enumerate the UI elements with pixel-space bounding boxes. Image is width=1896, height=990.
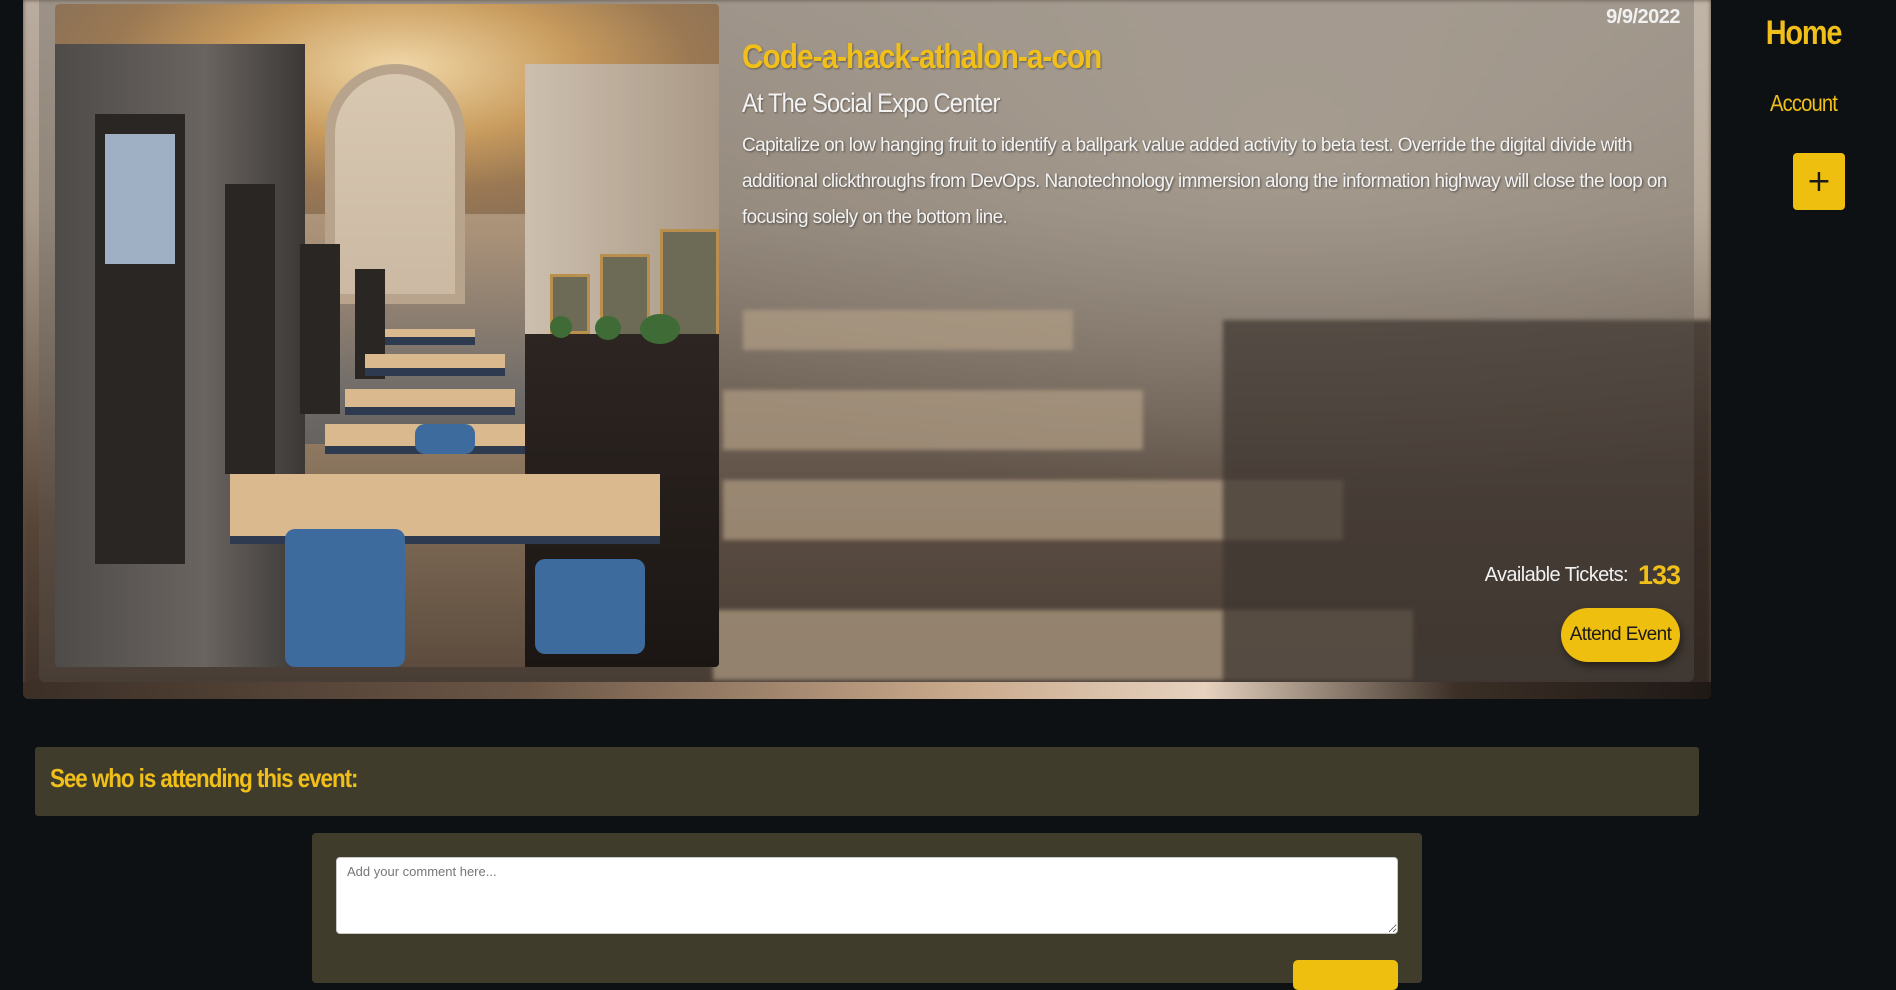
side-nav: Home Account + [1711,0,1896,971]
comment-input[interactable] [336,857,1398,934]
add-event-button[interactable]: + [1793,153,1845,210]
nav-account-link[interactable]: Account [1722,90,1885,117]
tickets-count: 133 [1637,560,1681,590]
event-date: 9/9/2022 [1606,6,1680,28]
attend-event-button[interactable]: Attend Event [1561,608,1680,662]
nav-home-link[interactable]: Home [1725,14,1882,53]
comment-panel [312,833,1422,990]
event-background-strip [23,682,1711,699]
submit-comment-button[interactable] [1293,960,1398,990]
event-venue: At The Social Expo Center [742,88,1000,118]
event-photo [55,4,719,667]
event-title: Code-a-hack-athalon-a-con [742,38,1102,76]
attendees-heading: See who is attending this event: [50,763,358,793]
event-description: Capitalize on low hanging fruit to ident… [742,135,1667,228]
event-card: 9/9/2022 Code-a-hack-athalon-a-con At Th… [23,0,1711,699]
tickets-info: Available Tickets: 133 [1484,560,1681,591]
tickets-label: Available Tickets: [1484,564,1629,586]
plus-icon: + [1806,164,1832,199]
attendees-section: See who is attending this event: [35,747,1699,816]
